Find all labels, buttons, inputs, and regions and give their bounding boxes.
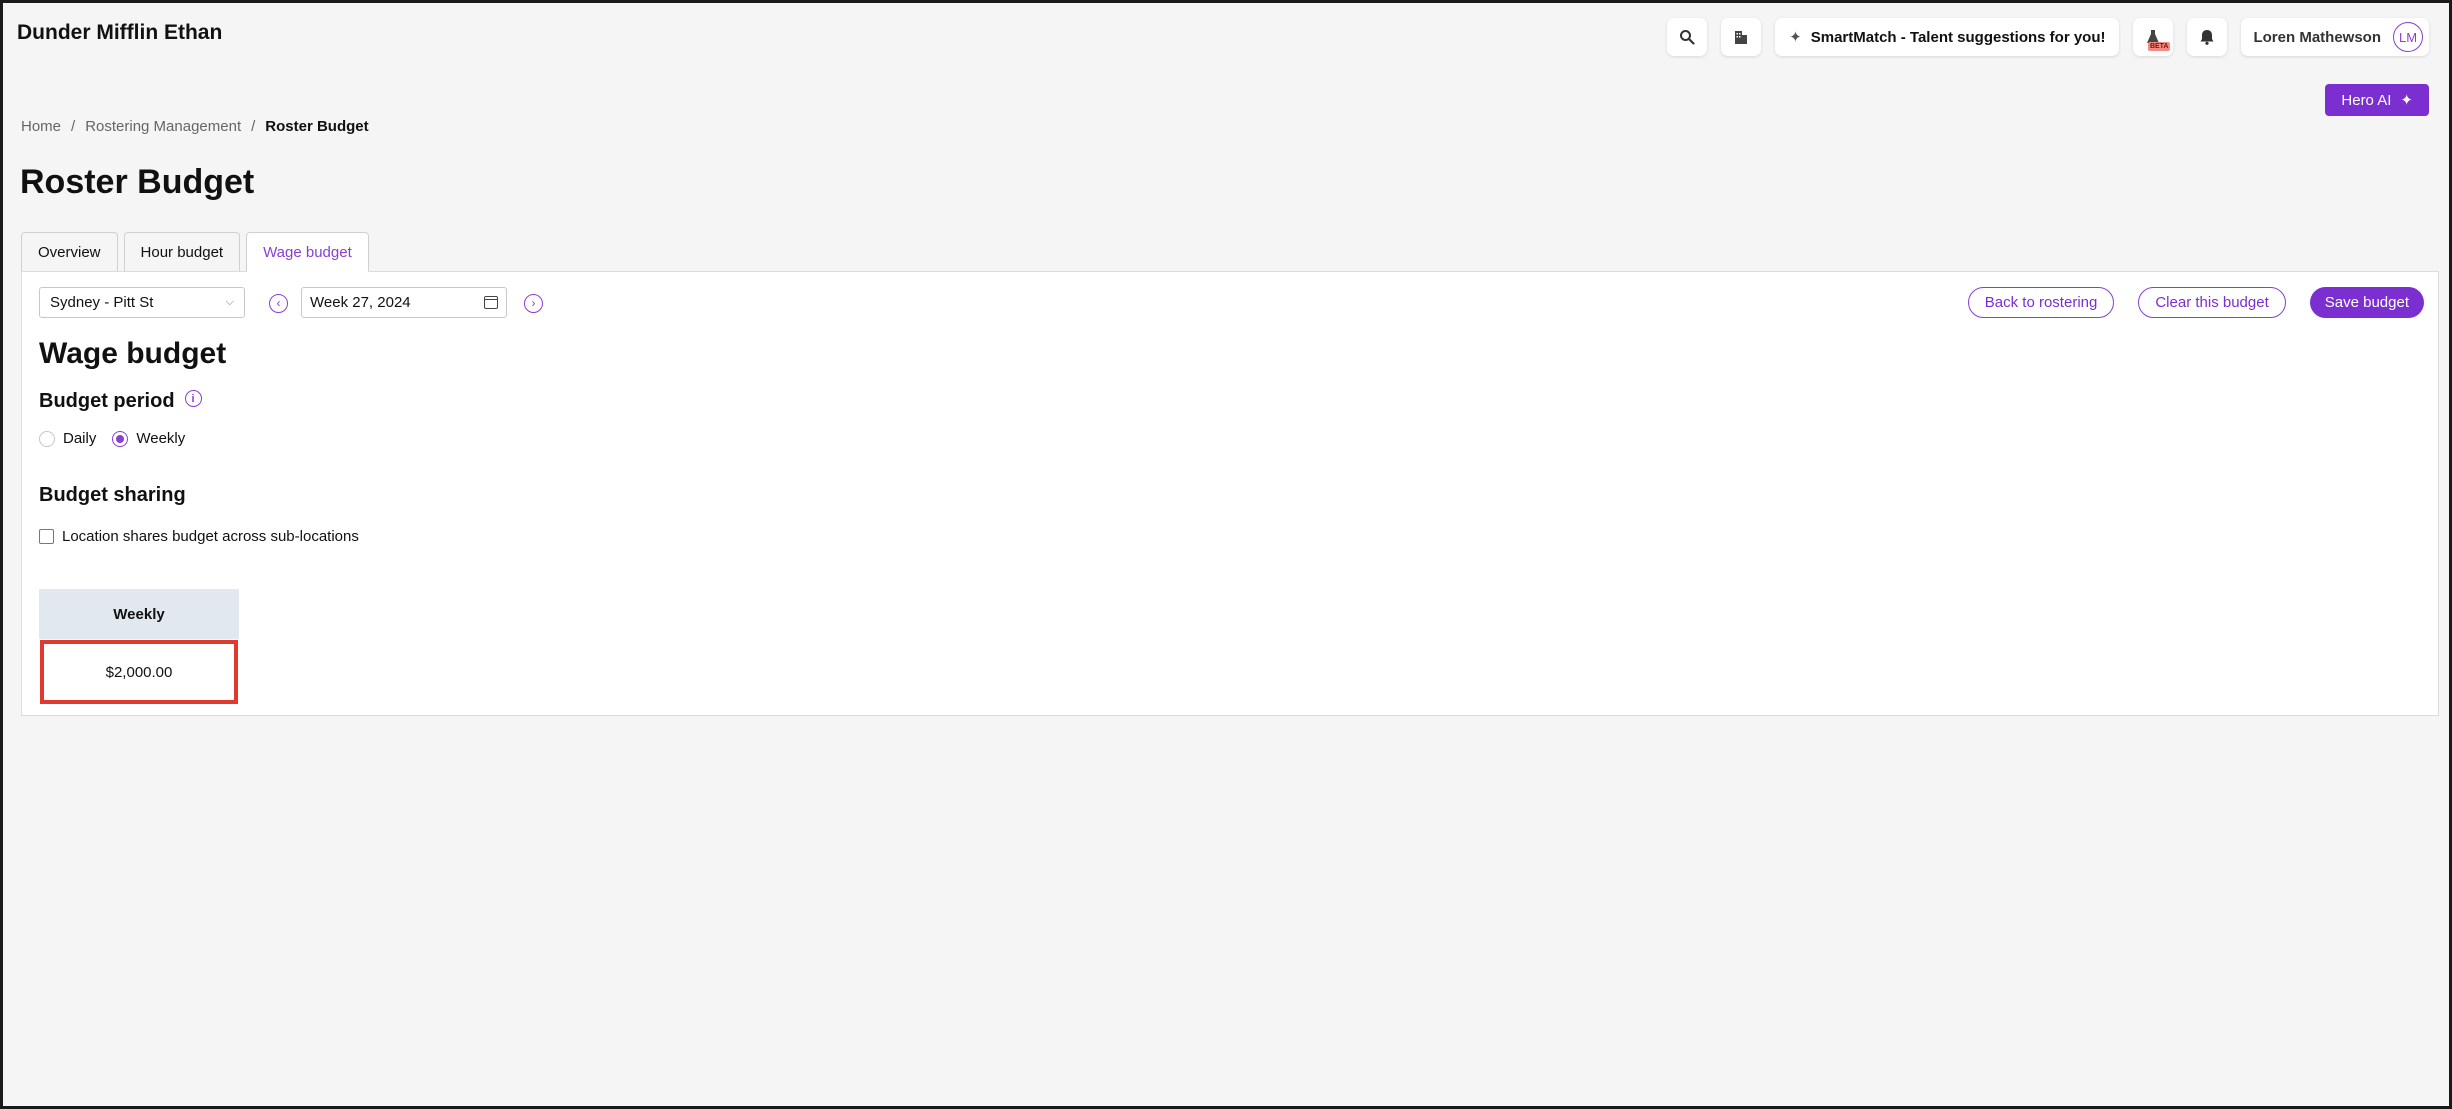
budget-period-options: Daily Weekly (39, 430, 185, 447)
topbar-actions: ✦ SmartMatch - Talent suggestions for yo… (1667, 18, 2429, 56)
radio-daily-label: Daily (63, 430, 97, 447)
calendar-icon[interactable] (484, 296, 498, 309)
organization-button[interactable] (1721, 18, 1762, 56)
week-picker[interactable]: Week 27, 2024 (301, 287, 507, 318)
breadcrumb-separator: / (71, 118, 76, 135)
bell-icon (2200, 30, 2214, 45)
tab-wage-budget[interactable]: Wage budget (246, 232, 369, 272)
smartmatch-button[interactable]: ✦ SmartMatch - Talent suggestions for yo… (1775, 18, 2120, 56)
beta-badge: BETA (2147, 42, 2171, 51)
notifications-button[interactable] (2187, 18, 2228, 56)
user-name: Loren Mathewson (2253, 28, 2381, 46)
sparkle-icon: ✦ (2400, 92, 2413, 109)
sharing-option[interactable]: Location shares budget across sub-locati… (39, 528, 359, 545)
search-icon (1680, 30, 1695, 45)
table-header-weekly: Weekly (39, 589, 239, 639)
search-button[interactable] (1667, 18, 1708, 56)
clear-budget-button[interactable]: Clear this budget (2138, 287, 2286, 318)
budget-period-label: Budget period (39, 390, 175, 412)
radio-weekly-label: Weekly (136, 430, 186, 447)
page-title: Roster Budget (20, 163, 255, 201)
radio-option-daily[interactable]: Daily (39, 430, 96, 447)
breadcrumb-home[interactable]: Home (21, 118, 61, 135)
hero-ai-button[interactable]: Hero AI ✦ (2325, 84, 2429, 116)
location-value: Sydney - Pitt St (50, 294, 154, 311)
tab-hour-budget[interactable]: Hour budget (123, 232, 241, 272)
radio-daily[interactable] (39, 430, 55, 447)
sharing-checkbox-label: Location shares budget across sub-locati… (62, 528, 359, 545)
app-title: Dunder Mifflin Ethan (17, 21, 223, 44)
budget-actions: Back to rostering Clear this budget Save… (1967, 287, 2424, 318)
breadcrumb-rostering-management[interactable]: Rostering Management (85, 118, 241, 135)
radio-option-weekly[interactable]: Weekly (112, 430, 185, 447)
breadcrumb-current: Roster Budget (265, 118, 369, 135)
hero-ai-label: Hero AI (2341, 91, 2392, 109)
building-icon (1735, 31, 1748, 44)
chevron-right-icon: › (531, 296, 536, 310)
budget-sharing-heading: Budget sharing (39, 484, 186, 506)
user-menu-button[interactable]: Loren Mathewson LM (2241, 18, 2429, 56)
tab-bar: Overview Hour budget Wage budget (21, 232, 369, 272)
radio-weekly[interactable] (112, 430, 129, 447)
save-budget-button[interactable]: Save budget (2309, 287, 2424, 318)
breadcrumb-separator: / (251, 118, 256, 135)
lab-beta-button[interactable]: BETA (2133, 18, 2174, 56)
tab-overview[interactable]: Overview (21, 232, 118, 272)
smartmatch-label: SmartMatch - Talent suggestions for you! (1810, 28, 2106, 46)
avatar: LM (2393, 22, 2423, 52)
week-value: Week 27, 2024 (310, 294, 411, 311)
next-week-button[interactable]: › (524, 294, 543, 313)
app-window: Dunder Mifflin Ethan ✦ SmartMatch - Tale… (0, 0, 2452, 1109)
chevron-down-icon: ⌵ (225, 296, 234, 308)
section-title: Wage budget (39, 337, 227, 370)
location-select[interactable]: Sydney - Pitt St ⌵ (39, 287, 245, 318)
back-to-rostering-button[interactable]: Back to rostering (1967, 287, 2115, 318)
previous-week-button[interactable]: ‹ (269, 294, 288, 313)
info-icon[interactable]: i (184, 390, 202, 407)
breadcrumb: Home / Rostering Management / Roster Bud… (21, 118, 369, 135)
weekly-budget-value[interactable]: $2,000.00 (40, 640, 238, 704)
chevron-left-icon: ‹ (276, 296, 281, 310)
sharing-checkbox[interactable] (39, 529, 54, 544)
wage-budget-panel: Sydney - Pitt St ⌵ ‹ Week 27, 2024 › Bac… (21, 271, 2439, 716)
sparkle-icon: ✦ (1789, 29, 1802, 46)
budget-period-heading: Budget period i (39, 390, 202, 413)
budget-table: Weekly $2,000.00 (39, 589, 239, 704)
